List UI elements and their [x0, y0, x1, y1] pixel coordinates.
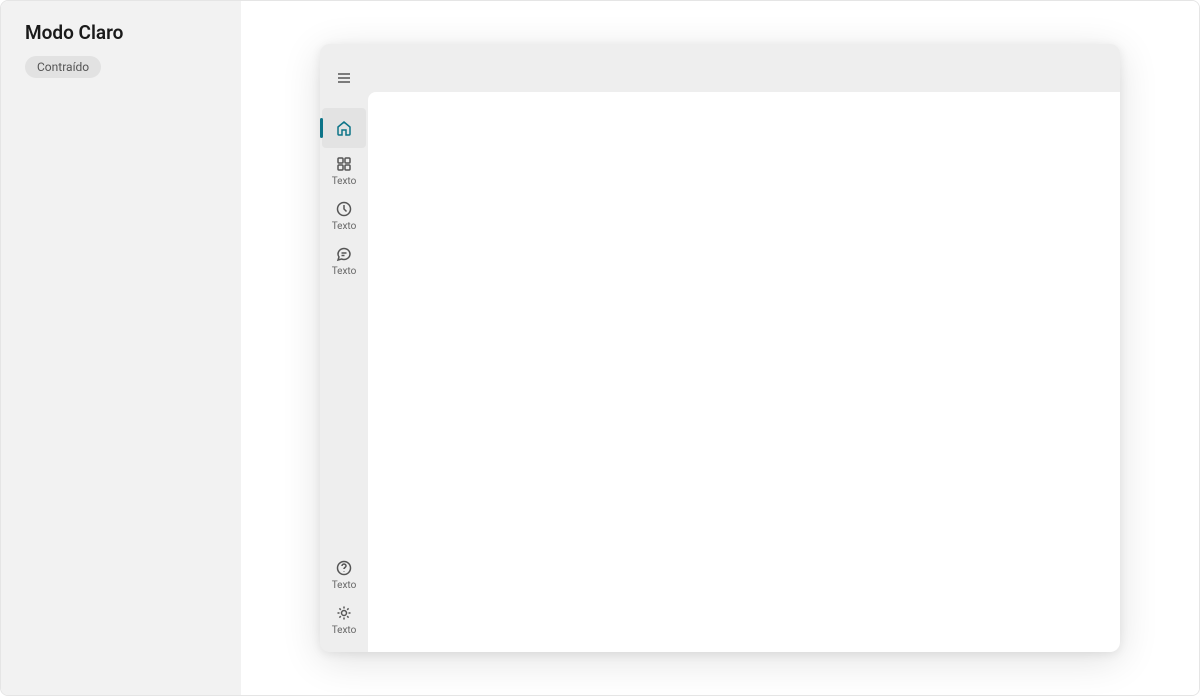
sidebar-item-label: Texto: [332, 625, 357, 636]
outer-container: Modo Claro Contraído: [0, 0, 1200, 696]
sidebar-item-apps[interactable]: Texto: [320, 148, 368, 193]
sidebar-item-home[interactable]: [322, 108, 366, 148]
nav-bottom-group: Texto Texto: [320, 552, 368, 642]
sidebar-item-label: Texto: [332, 176, 357, 187]
story-panel: Modo Claro Contraído: [1, 1, 241, 695]
sidebar-item-help[interactable]: Texto: [320, 552, 368, 597]
home-icon: [336, 120, 352, 136]
state-tag: Contraído: [25, 56, 101, 78]
nav-top-group: Texto Texto Texto: [320, 108, 368, 283]
clock-icon: [336, 201, 352, 217]
apps-icon: [336, 156, 352, 172]
panel-title: Modo Claro: [25, 21, 217, 44]
collapsed-sidebar: Texto Texto Texto: [320, 44, 368, 652]
sidebar-item-chat[interactable]: Texto: [320, 238, 368, 283]
hamburger-button[interactable]: [320, 58, 368, 98]
chat-icon: [336, 246, 352, 262]
preview-area: Texto Texto Texto: [241, 1, 1199, 695]
content-area: [368, 92, 1120, 652]
sidebar-item-label: Texto: [332, 580, 357, 591]
help-icon: [336, 560, 352, 576]
sidebar-item-recent[interactable]: Texto: [320, 193, 368, 238]
sidebar-item-label: Texto: [332, 221, 357, 232]
menu-icon: [336, 70, 352, 86]
app-window: Texto Texto Texto: [320, 44, 1120, 652]
sidebar-item-label: Texto: [332, 266, 357, 277]
gear-icon: [336, 605, 352, 621]
sidebar-item-settings[interactable]: Texto: [320, 597, 368, 642]
